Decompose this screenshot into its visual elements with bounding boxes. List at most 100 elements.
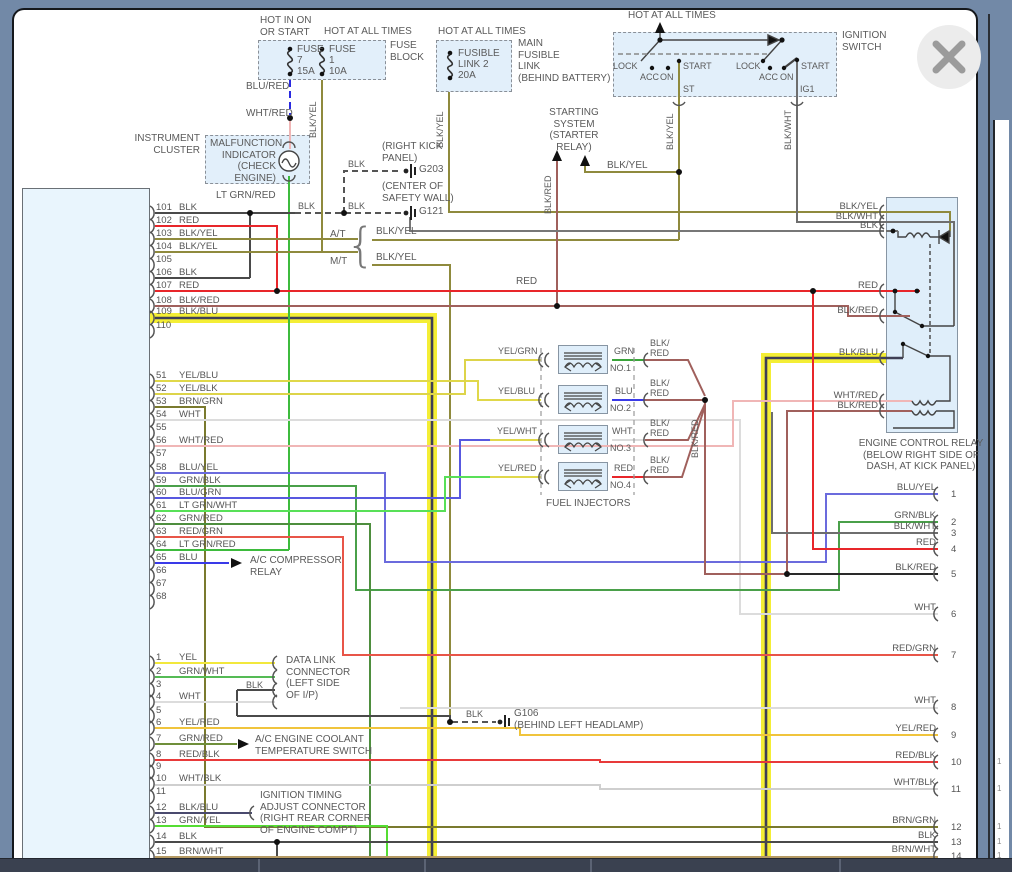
g203-location: (RIGHT KICK PANEL) bbox=[382, 141, 442, 164]
wire-color: WHT bbox=[179, 409, 201, 420]
ecm-row-53: 53BRN/GRN bbox=[156, 396, 223, 407]
ecm-row-4: 4WHT bbox=[156, 691, 201, 702]
main-fusible-link-label: MAIN FUSIBLE LINK (BEHIND BATTERY) bbox=[518, 38, 610, 84]
ecm-row-102: 102RED bbox=[156, 215, 199, 226]
pin-number: 8 bbox=[156, 749, 179, 760]
fusible-num: LINK 2 bbox=[458, 59, 489, 71]
inj1-out-label: GRN bbox=[614, 346, 634, 356]
wire-color: YEL/BLU bbox=[179, 370, 218, 381]
blk-label-1: BLK bbox=[298, 201, 315, 211]
relay-in-blkred2: BLK/RED bbox=[760, 400, 878, 411]
close-button[interactable] bbox=[917, 25, 981, 89]
pin-number: 12 bbox=[156, 802, 179, 813]
hot-in-on-label: HOT IN ON OR START bbox=[260, 15, 311, 38]
sw1-on: ON bbox=[660, 72, 674, 82]
blk-label-2: BLK bbox=[348, 201, 365, 211]
engine-control-relay-title: ENGINE CONTROL RELAY (BELOW RIGHT SIDE O… bbox=[845, 438, 997, 473]
ecm-row-13: 13GRN/YEL bbox=[156, 815, 221, 826]
ecm-row-54: 54WHT bbox=[156, 409, 201, 420]
rpin-7-color: RED/GRN bbox=[750, 643, 936, 654]
rot-blkyel-fusible: BLK/YEL bbox=[435, 98, 445, 148]
edge-digit: 1 bbox=[997, 837, 1001, 846]
ecm-row-101: 101BLK bbox=[156, 202, 197, 213]
bottom-toolbar[interactable] bbox=[0, 858, 1012, 872]
relay-in-red: RED bbox=[760, 280, 878, 291]
pin-number: 101 bbox=[156, 202, 179, 213]
rot-blkyel-fuse1: BLK/YEL bbox=[308, 88, 318, 138]
ecm-row-10: 10WHT/BLK bbox=[156, 773, 221, 784]
pin-number: 15 bbox=[156, 846, 179, 857]
ecm-row-109: 109BLK/BLU bbox=[156, 306, 218, 317]
injector-1-box bbox=[558, 345, 608, 374]
dlc-blk-label: BLK bbox=[246, 680, 263, 690]
trans-brace: { bbox=[346, 218, 375, 272]
pin-number: 108 bbox=[156, 295, 179, 306]
pin-number: 4 bbox=[156, 691, 179, 702]
pin-number: 105 bbox=[156, 254, 179, 265]
sw2-on: ON bbox=[780, 72, 794, 82]
relay-in-blkred1: BLK/RED bbox=[760, 305, 878, 316]
ecm-row-60: 60BLU/GRN bbox=[156, 487, 221, 498]
wire-color: RED bbox=[179, 215, 199, 226]
ecm-row-105: 105 bbox=[156, 254, 179, 265]
timing-connector-callout: IGNITION TIMING ADJUST CONNECTOR (RIGHT … bbox=[260, 790, 371, 836]
pin-number: 63 bbox=[156, 526, 179, 537]
inj3-common: BLK/ RED bbox=[650, 418, 670, 438]
wire-color: BLK/YEL bbox=[179, 241, 218, 252]
malfunction-indicator-label: MALFUNCTION INDICATOR (CHECK ENGINE) bbox=[210, 138, 276, 184]
instrument-cluster-title: INSTRUMENT CLUSTER bbox=[132, 133, 200, 156]
ecm-row-63: 63RED/GRN bbox=[156, 526, 223, 537]
fuse1-amp: 10A bbox=[329, 66, 347, 78]
ecm-row-58: 58BLU/YEL bbox=[156, 462, 218, 473]
wire-color: BLK/BLU bbox=[179, 306, 218, 317]
wire-color: GRN/RED bbox=[179, 733, 223, 744]
sw2-start: START bbox=[801, 61, 830, 71]
rot-blkwht-ig1: BLK/WHT bbox=[783, 104, 793, 150]
ecm-row-107: 107RED bbox=[156, 280, 199, 291]
ecm-row-12: 12BLK/BLU bbox=[156, 802, 218, 813]
pin-number: 9 bbox=[156, 761, 179, 772]
wire-color: BLK bbox=[179, 202, 197, 213]
ecm-row-2: 2GRN/WHT bbox=[156, 666, 224, 677]
ignition-hot-label: HOT AT ALL TIMES bbox=[628, 10, 716, 22]
pin-number: 59 bbox=[156, 475, 179, 486]
ecm-row-3: 3 bbox=[156, 679, 179, 690]
edge-digit: 1 bbox=[997, 784, 1001, 793]
ecm-row-104: 104BLK/YEL bbox=[156, 241, 218, 252]
pin-number: 110 bbox=[156, 320, 179, 331]
inj3-out-label: WHT bbox=[612, 426, 633, 436]
hot-at-all-times-2: HOT AT ALL TIMES bbox=[438, 26, 526, 38]
inj4-num: NO.4 bbox=[610, 480, 631, 490]
ecm-row-11: 11 bbox=[156, 786, 179, 797]
injector-3-box bbox=[558, 425, 608, 454]
rpin-8-color: WHT bbox=[750, 695, 936, 706]
sw1-start: START bbox=[683, 61, 712, 71]
fuse1-num: 1 bbox=[329, 55, 335, 67]
starter-blk-red-label: BLK/RED bbox=[543, 170, 553, 214]
wire-color: YEL/RED bbox=[179, 717, 220, 728]
rpin-3-num: 3 bbox=[951, 528, 956, 539]
g121-location: (CENTER OF SAFETY WALL) bbox=[382, 181, 454, 204]
wire-color: BLK/YEL bbox=[179, 228, 218, 239]
ecm-row-108: 108BLK/RED bbox=[156, 295, 220, 306]
mt-wire-label: BLK/YEL bbox=[376, 252, 417, 264]
pin-number: 51 bbox=[156, 370, 179, 381]
rpin-8-num: 8 bbox=[951, 702, 956, 713]
ac-compressor-callout: A/C COMPRESSOR RELAY bbox=[250, 555, 342, 578]
rpin-9-num: 9 bbox=[951, 730, 956, 741]
at-wire-label: BLK/YEL bbox=[376, 226, 417, 238]
pin-number: 11 bbox=[156, 786, 179, 797]
ecm-row-5: 5 bbox=[156, 705, 179, 716]
pin-number: 53 bbox=[156, 396, 179, 407]
injector-2-box bbox=[558, 385, 608, 414]
wire-color: RED bbox=[179, 280, 199, 291]
relay-in-blkblu: BLK/BLU bbox=[760, 347, 878, 358]
data-link-callout: DATA LINK CONNECTOR (LEFT SIDE OF I/P) bbox=[286, 655, 350, 701]
at-label: A/T bbox=[330, 229, 346, 241]
pin-number: 2 bbox=[156, 666, 179, 677]
toolbar-separator bbox=[424, 859, 426, 872]
sw2-out: IG1 bbox=[800, 84, 815, 94]
pin-number: 13 bbox=[156, 815, 179, 826]
wire-lt-grn-red: LT GRN/RED bbox=[216, 190, 276, 202]
pin-number: 10 bbox=[156, 773, 179, 784]
